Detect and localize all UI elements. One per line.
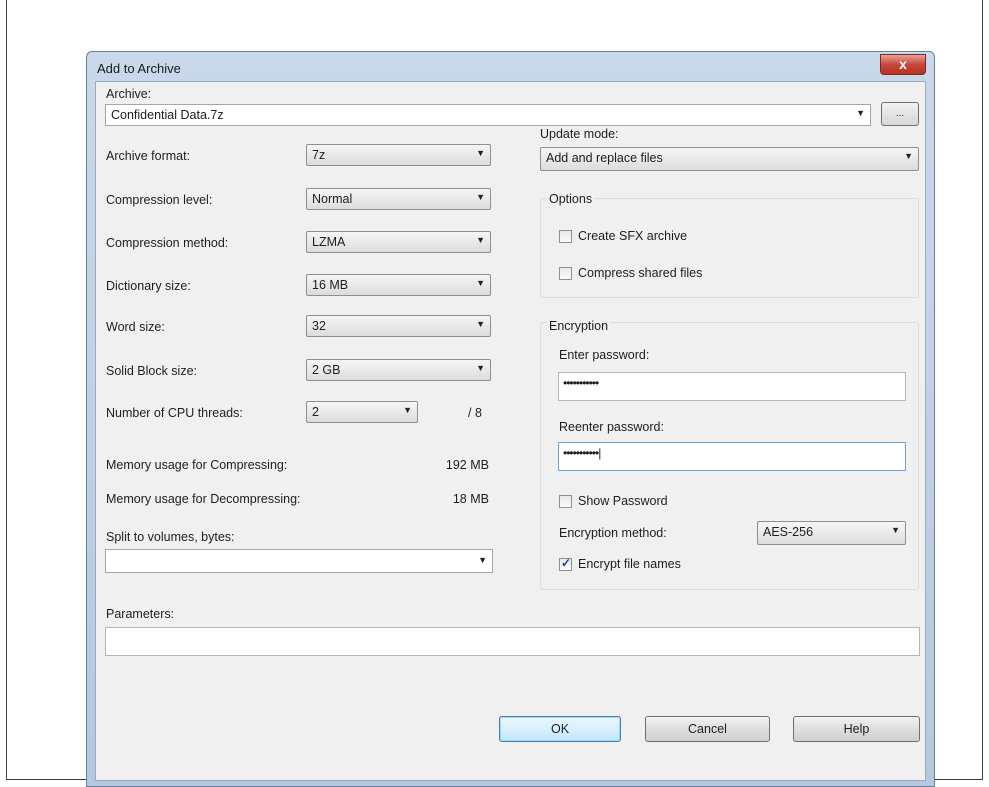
update-mode-select[interactable]: Add and replace files ▼ xyxy=(540,147,919,171)
reenter-password-input[interactable]: •••••••••••| xyxy=(558,442,906,471)
options-group xyxy=(540,198,919,298)
archive-label: Archive: xyxy=(106,87,152,101)
parameters-label: Parameters: xyxy=(106,607,175,621)
close-icon: x xyxy=(899,56,907,72)
compression-method-value: LZMA xyxy=(312,235,346,249)
chevron-down-icon: ▼ xyxy=(476,319,485,329)
solid-block-size-label: Solid Block size: xyxy=(106,364,198,378)
split-volumes-label: Split to volumes, bytes: xyxy=(106,530,235,544)
chevron-down-icon: ▼ xyxy=(478,555,487,565)
compression-level-value: Normal xyxy=(312,192,353,206)
enter-password-input[interactable]: ••••••••••• xyxy=(558,372,906,401)
encrypt-names-label: Encrypt file names xyxy=(578,557,681,571)
memory-compress-label: Memory usage for Compressing: xyxy=(106,458,288,472)
compress-shared-checkbox[interactable] xyxy=(559,267,572,280)
dictionary-size-value: 16 MB xyxy=(312,278,349,292)
browse-button[interactable]: ... xyxy=(881,102,919,126)
compression-level-select[interactable]: Normal ▼ xyxy=(306,188,491,210)
compress-shared-label: Compress shared files xyxy=(578,266,703,280)
update-mode-label: Update mode: xyxy=(540,127,619,141)
encrypt-names-checkbox[interactable] xyxy=(559,556,572,571)
chevron-down-icon: ▼ xyxy=(476,363,485,373)
title-bar: Add to Archive x xyxy=(87,52,934,82)
archive-path-combo[interactable]: Confidential Data.7z ▼ xyxy=(105,104,871,126)
word-size-value: 32 xyxy=(312,319,326,333)
enter-password-value: ••••••••••• xyxy=(563,376,599,390)
encryption-method-label: Encryption method: xyxy=(559,526,667,540)
add-to-archive-dialog: Add to Archive x Archive: Confidential D… xyxy=(86,51,935,787)
parameters-input[interactable] xyxy=(105,627,920,656)
options-group-title: Options xyxy=(547,192,595,206)
chevron-down-icon: ▼ xyxy=(856,108,865,118)
archive-format-select[interactable]: 7z ▼ xyxy=(306,144,491,166)
chevron-down-icon: ▼ xyxy=(891,525,900,535)
solid-block-size-select[interactable]: 2 GB ▼ xyxy=(306,359,491,381)
chevron-down-icon: ▼ xyxy=(904,151,913,161)
memory-compress-value: 192 MB xyxy=(445,458,489,472)
update-mode-value: Add and replace files xyxy=(546,151,663,165)
reenter-password-value: •••••••••••| xyxy=(563,446,601,460)
chevron-down-icon: ▼ xyxy=(403,405,412,415)
word-size-label: Word size: xyxy=(106,320,165,334)
encryption-method-value: AES-256 xyxy=(763,525,814,539)
encryption-method-select[interactable]: AES-256 ▼ xyxy=(757,521,906,545)
split-volumes-combo[interactable]: ▼ xyxy=(105,549,493,573)
create-sfx-checkbox[interactable] xyxy=(559,230,572,243)
cpu-threads-select[interactable]: 2 ▼ xyxy=(306,401,418,423)
cpu-threads-value: 2 xyxy=(312,405,319,419)
show-password-checkbox[interactable] xyxy=(559,495,572,508)
window-title: Add to Archive xyxy=(97,61,181,76)
help-button[interactable]: Help xyxy=(793,716,920,742)
cpu-threads-max: / 8 xyxy=(468,406,482,420)
memory-decompress-label: Memory usage for Decompressing: xyxy=(106,492,301,506)
chevron-down-icon: ▼ xyxy=(476,148,485,158)
reenter-password-label: Reenter password: xyxy=(559,420,664,434)
chevron-down-icon: ▼ xyxy=(476,192,485,202)
compression-method-label: Compression method: xyxy=(106,236,229,250)
close-button[interactable]: x xyxy=(880,54,926,75)
solid-block-size-value: 2 GB xyxy=(312,363,341,377)
compression-method-select[interactable]: LZMA ▼ xyxy=(306,231,491,253)
dictionary-size-select[interactable]: 16 MB ▼ xyxy=(306,274,491,296)
encryption-group-title: Encryption xyxy=(547,319,611,333)
cpu-threads-label: Number of CPU threads: xyxy=(106,406,243,420)
archive-format-value: 7z xyxy=(312,148,326,162)
show-password-label: Show Password xyxy=(578,494,668,508)
cancel-button[interactable]: Cancel xyxy=(645,716,770,742)
dictionary-size-label: Dictionary size: xyxy=(106,279,191,293)
word-size-select[interactable]: 32 ▼ xyxy=(306,315,491,337)
create-sfx-label: Create SFX archive xyxy=(578,229,688,243)
ok-button[interactable]: OK xyxy=(499,716,621,742)
compression-level-label: Compression level: xyxy=(106,193,213,207)
archive-path-value: Confidential Data.7z xyxy=(111,108,224,122)
dialog-client-area: Archive: Confidential Data.7z ▼ ... Arch… xyxy=(95,81,926,781)
memory-decompress-value: 18 MB xyxy=(452,492,489,506)
enter-password-label: Enter password: xyxy=(559,348,650,362)
chevron-down-icon: ▼ xyxy=(476,235,485,245)
chevron-down-icon: ▼ xyxy=(476,278,485,288)
archive-format-label: Archive format: xyxy=(106,149,191,163)
